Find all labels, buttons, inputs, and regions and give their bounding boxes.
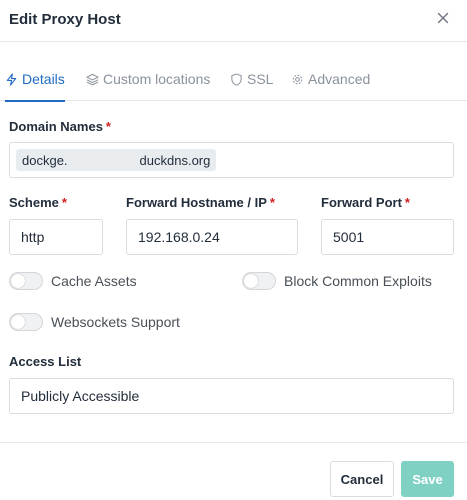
toggle-switch[interactable] bbox=[9, 313, 43, 331]
block-exploits-label: Block Common Exploits bbox=[284, 273, 432, 289]
toggle-switch[interactable] bbox=[242, 272, 276, 290]
domain-chip[interactable]: dockge. duckdns.org bbox=[16, 149, 217, 171]
forward-hostname-input[interactable]: 192.168.0.24 bbox=[126, 219, 298, 255]
cache-assets-label: Cache Assets bbox=[51, 273, 137, 289]
forward-hostname-label: Forward Hostname / IP * bbox=[126, 195, 275, 210]
access-list-label: Access List bbox=[9, 354, 82, 369]
tab-label: Advanced bbox=[308, 71, 371, 87]
tab-details[interactable]: Details bbox=[5, 57, 65, 102]
required-marker: * bbox=[404, 195, 410, 210]
domain-chip-suffix: duckdns.org bbox=[139, 152, 211, 168]
tab-advanced[interactable]: Advanced bbox=[291, 57, 370, 101]
gear-icon bbox=[292, 74, 303, 84]
access-list-select[interactable]: Publicly Accessible bbox=[9, 378, 454, 414]
forward-port-input[interactable]: 5001 bbox=[321, 219, 454, 255]
required-marker: * bbox=[269, 195, 275, 210]
layers-icon bbox=[86, 73, 99, 85]
redacted-block bbox=[67, 149, 140, 171]
forward-hostname-label-text: Forward Hostname / IP bbox=[126, 195, 267, 210]
close-icon[interactable] bbox=[434, 9, 452, 27]
bolt-icon bbox=[6, 72, 17, 86]
modal-header: Edit Proxy Host bbox=[0, 0, 467, 42]
block-exploits-toggle[interactable]: Block Common Exploits bbox=[242, 272, 432, 290]
domain-chip-prefix: dockge. bbox=[22, 152, 68, 168]
toggle-switch[interactable] bbox=[9, 272, 43, 290]
shield-icon bbox=[231, 72, 242, 86]
tab-bar: Details Custom locations SSL Advanced bbox=[0, 57, 467, 102]
websockets-toggle[interactable]: Websockets Support bbox=[9, 313, 180, 331]
scheme-label: Scheme * bbox=[9, 195, 67, 210]
access-list-value: Publicly Accessible bbox=[21, 388, 140, 404]
forward-hostname-value: 192.168.0.24 bbox=[138, 229, 220, 245]
forward-port-value: 5001 bbox=[333, 229, 365, 245]
domain-names-label-text: Domain Names bbox=[9, 119, 103, 134]
scheme-input[interactable]: http bbox=[9, 219, 103, 255]
tab-label: SSL bbox=[247, 71, 274, 87]
forward-port-label-text: Forward Port bbox=[321, 195, 402, 210]
websockets-label: Websockets Support bbox=[51, 314, 180, 330]
required-marker: * bbox=[61, 195, 67, 210]
tab-label: Custom locations bbox=[103, 71, 211, 87]
domain-names-label: Domain Names * bbox=[9, 119, 111, 134]
required-marker: * bbox=[105, 119, 111, 134]
tab-label: Details bbox=[22, 71, 65, 87]
tab-custom-locations[interactable]: Custom locations bbox=[86, 57, 210, 101]
scheme-value: http bbox=[21, 229, 45, 245]
modal-footer bbox=[0, 442, 467, 500]
modal-title: Edit Proxy Host bbox=[9, 11, 121, 28]
save-button[interactable]: Save bbox=[401, 461, 454, 497]
cancel-button[interactable]: Cancel bbox=[330, 461, 394, 497]
scheme-label-text: Scheme bbox=[9, 195, 59, 210]
forward-port-label: Forward Port * bbox=[321, 195, 410, 210]
tab-ssl[interactable]: SSL bbox=[230, 57, 273, 101]
cache-assets-toggle[interactable]: Cache Assets bbox=[9, 272, 137, 290]
domain-names-input[interactable]: dockge. duckdns.org bbox=[9, 142, 454, 178]
